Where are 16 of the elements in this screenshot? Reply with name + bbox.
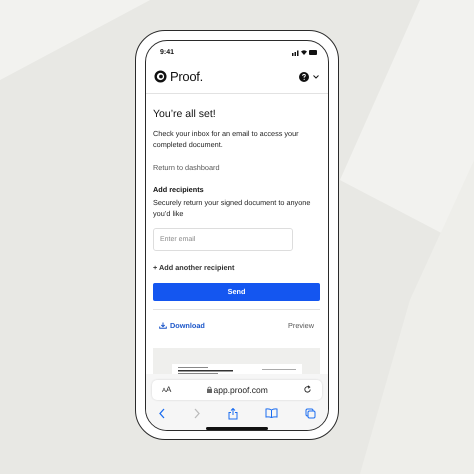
bookmarks-icon[interactable] xyxy=(265,408,278,418)
confirmation-title: You’re all set! xyxy=(153,108,217,120)
address-bar[interactable]: app.proof.com xyxy=(206,384,268,395)
home-indicator xyxy=(206,426,268,430)
text-size-button[interactable]: AA xyxy=(162,385,172,394)
download-icon xyxy=(159,322,167,330)
help-icon[interactable] xyxy=(299,72,309,82)
brand-name: Proof. xyxy=(170,69,203,84)
status-icons-drawing xyxy=(292,48,318,56)
lock-icon xyxy=(206,386,212,394)
share-icon[interactable] xyxy=(228,408,238,420)
reload-icon[interactable] xyxy=(302,385,312,394)
logo-icon xyxy=(154,70,167,84)
back-icon[interactable] xyxy=(158,408,166,419)
tabs-icon[interactable] xyxy=(305,408,316,419)
chevron-down-icon[interactable] xyxy=(312,74,320,80)
